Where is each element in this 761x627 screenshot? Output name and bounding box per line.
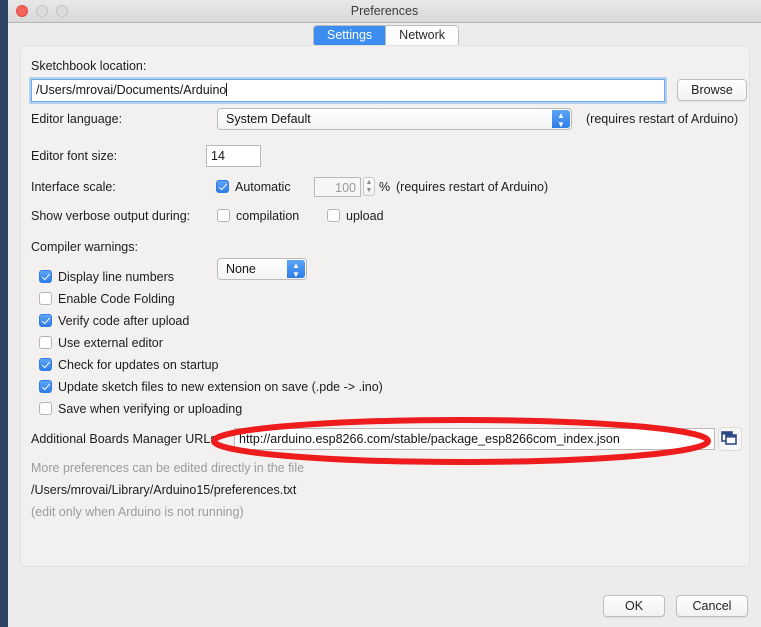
- tab-network[interactable]: Network: [385, 26, 459, 46]
- editor-language-restart-note: (requires restart of Arduino): [586, 112, 739, 126]
- interface-scale-automatic-checkbox[interactable]: Automatic: [216, 180, 291, 194]
- browse-button[interactable]: Browse: [677, 79, 747, 101]
- tab-bar: Settings Network: [8, 23, 761, 47]
- close-window-button[interactable]: [16, 5, 28, 17]
- settings-panel: Sketchbook location: /Users/mrovai/Docum…: [20, 45, 750, 567]
- option-use-external-editor[interactable]: Use external editor: [39, 336, 163, 350]
- verbose-upload-label: upload: [346, 209, 384, 223]
- checkbox-box: [39, 380, 52, 393]
- option-label: Display line numbers: [58, 270, 175, 284]
- option-update-sketch-files-extension[interactable]: Update sketch files to new extension on …: [39, 380, 383, 394]
- verbose-output-label: Show verbose output during:: [31, 209, 191, 223]
- ok-button[interactable]: OK: [603, 595, 665, 617]
- compiler-warnings-select[interactable]: None ▲ ▼: [217, 258, 307, 280]
- checkbox-box: [217, 209, 230, 222]
- checkbox-box: [39, 402, 52, 415]
- checkbox-box: [39, 314, 52, 327]
- sketchbook-location-input[interactable]: /Users/mrovai/Documents/Arduino: [31, 79, 665, 102]
- expand-urls-button[interactable]: [718, 427, 742, 451]
- tab-settings[interactable]: Settings: [314, 26, 386, 46]
- text-caret: [226, 83, 228, 96]
- window-titlebar: Preferences: [8, 0, 761, 23]
- verbose-compilation-label: compilation: [236, 209, 300, 223]
- percent-sign-label: %: [379, 180, 391, 194]
- verbose-upload-checkbox[interactable]: upload: [327, 209, 384, 223]
- option-label: Update sketch files to new extension on …: [58, 380, 383, 394]
- option-label: Enable Code Folding: [58, 292, 175, 306]
- sketchbook-location-value: /Users/mrovai/Documents/Arduino: [36, 83, 227, 97]
- option-label: Use external editor: [58, 336, 163, 350]
- option-save-when-verifying-or-uploading[interactable]: Save when verifying or uploading: [39, 402, 242, 416]
- interface-scale-value-input[interactable]: 100: [314, 177, 361, 197]
- checkbox-box: [39, 270, 52, 283]
- footnote-line-3: (edit only when Arduino is not running): [31, 505, 244, 519]
- interface-scale-stepper[interactable]: ▲ ▼: [363, 177, 375, 196]
- checkbox-box: [216, 180, 229, 193]
- boards-manager-urls-input[interactable]: http://arduino.esp8266.com/stable/packag…: [234, 428, 715, 450]
- option-label: Save when verifying or uploading: [58, 402, 243, 416]
- verbose-compilation-checkbox[interactable]: compilation: [217, 209, 299, 223]
- interface-scale-automatic-label: Automatic: [235, 180, 291, 194]
- window-title: Preferences: [350, 4, 419, 18]
- option-enable-code-folding[interactable]: Enable Code Folding: [39, 292, 175, 306]
- boards-manager-urls-label: Additional Boards Manager URLs:: [31, 432, 220, 446]
- maximize-window-button[interactable]: [56, 5, 68, 17]
- editor-language-value: System Default: [226, 112, 311, 126]
- minimize-window-button[interactable]: [36, 5, 48, 17]
- option-label: Verify code after upload: [58, 314, 190, 328]
- checkbox-box: [39, 292, 52, 305]
- duplicate-windows-icon: [721, 431, 737, 445]
- preferences-window: Preferences Settings Network Sketchbook …: [8, 0, 761, 627]
- option-label: Check for updates on startup: [58, 358, 219, 372]
- chevron-updown-icon[interactable]: ▲ ▼: [287, 260, 305, 279]
- compiler-warnings-value: None: [226, 262, 256, 276]
- option-verify-code-after-upload[interactable]: Verify code after upload: [39, 314, 189, 328]
- editor-language-select[interactable]: System Default ▲ ▼: [217, 108, 572, 130]
- option-display-line-numbers[interactable]: Display line numbers: [39, 270, 174, 284]
- cancel-button[interactable]: Cancel: [676, 595, 748, 617]
- option-check-for-updates-on-startup[interactable]: Check for updates on startup: [39, 358, 219, 372]
- editor-font-size-input[interactable]: 14: [206, 145, 261, 167]
- checkbox-box: [39, 358, 52, 371]
- traffic-lights: [16, 5, 68, 17]
- chevron-updown-icon[interactable]: ▲ ▼: [552, 110, 570, 129]
- compiler-warnings-label: Compiler warnings:: [31, 240, 138, 254]
- checkbox-box: [327, 209, 340, 222]
- footnote-preferences-path: /Users/mrovai/Library/Arduino15/preferen…: [31, 483, 297, 497]
- tab-group: Settings Network: [313, 25, 460, 47]
- checkbox-box: [39, 336, 52, 349]
- editor-font-size-label: Editor font size:: [31, 149, 118, 163]
- footnote-line-1: More preferences can be edited directly …: [31, 461, 305, 475]
- sketchbook-location-label: Sketchbook location:: [31, 59, 147, 73]
- interface-scale-label: Interface scale:: [31, 180, 116, 194]
- editor-language-label: Editor language:: [31, 112, 123, 126]
- interface-scale-restart-note: (requires restart of Arduino): [396, 180, 549, 194]
